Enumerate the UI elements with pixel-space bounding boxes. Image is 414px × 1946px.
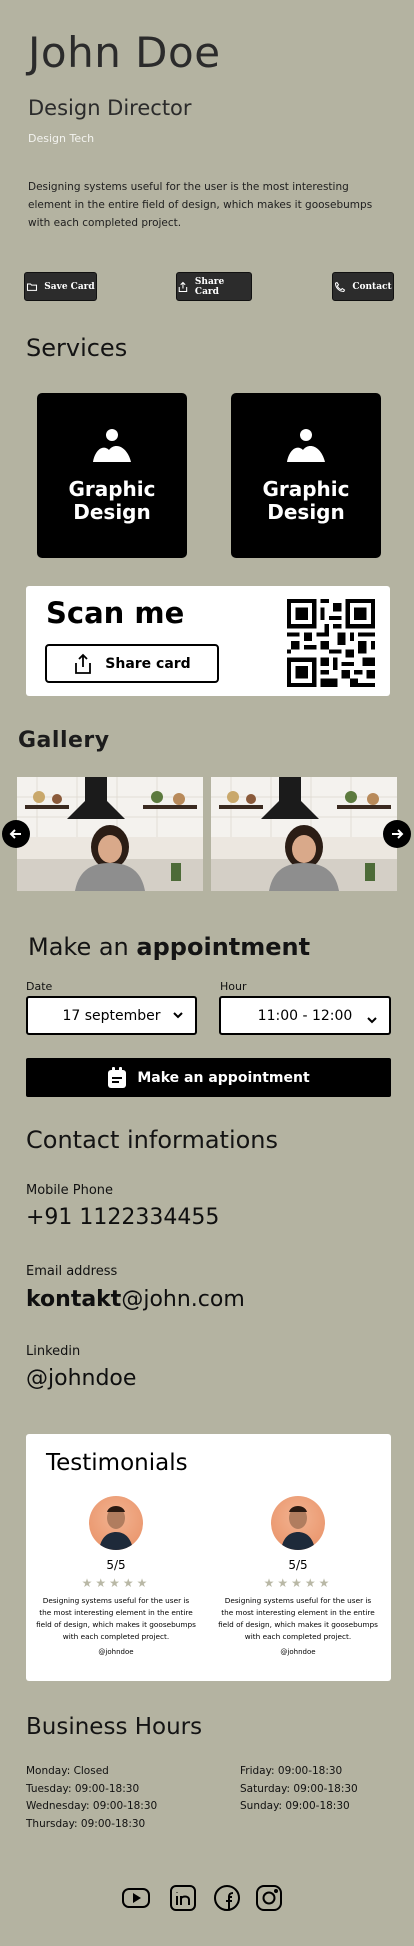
email-user: kontakt [26,1287,122,1312]
testimonial-handle: @johndoe [98,1648,134,1656]
testimonial-text: Designing systems useful for the user is… [218,1596,378,1641]
hours-row: Friday: 09:00-18:30 [240,1765,343,1777]
linkedin-label: Linkedin [26,1344,81,1359]
gallery-prev-button[interactable] [2,820,30,848]
phone-label: Mobile Phone [26,1183,114,1198]
phone-icon [335,281,346,292]
hours-row: Sunday: 09:00-18:30 [240,1800,350,1812]
arrow-right-icon [392,829,404,839]
rating-score: 5/5 [106,1558,126,1572]
chevron-down-icon [173,1012,183,1019]
share-card-button[interactable]: Share Card [176,272,252,301]
appointment-title: Make an appointment [28,933,310,961]
email-domain: @john.com [121,1287,245,1312]
share-card-outline-label: Share card [105,655,191,672]
testimonial: 5/5 ★★★★★ Designing systems useful for t… [218,1496,378,1656]
gallery-image[interactable] [211,777,397,891]
testimonial-text: Designing systems useful for the user is… [36,1596,196,1641]
services-title: Services [26,334,128,362]
star-rating: ★★★★★ [81,1576,151,1590]
share-icon [178,281,188,292]
image-icon [287,428,325,462]
contact-button[interactable]: Contact [332,272,394,301]
gallery-title: Gallery [18,728,110,753]
business-hours-title: Business Hours [26,1714,203,1740]
linkedin-icon[interactable] [168,1883,198,1913]
arrow-left-icon [9,829,21,839]
date-label: Date [26,980,53,993]
testimonials-card: Testimonials 5/5 ★★★★★ Designing systems… [26,1434,391,1681]
hours-right-column: Friday: 09:00-18:30 Saturday: 09:00-18:3… [240,1763,358,1816]
star-rating: ★★★★★ [263,1576,333,1590]
hours-row: Wednesday: 09:00-18:30 [26,1800,158,1812]
profile-title: Design Director [28,96,192,120]
scan-card: Scan me Share card [26,586,390,696]
contact-title: Contact informations [26,1126,279,1154]
email-link[interactable]: kontakt@john.com [26,1287,245,1312]
hour-label: Hour [220,980,247,993]
share-card-outline-button[interactable]: Share card [45,644,219,683]
share-icon [75,653,92,674]
hours-row: Saturday: 09:00-18:30 [240,1782,358,1795]
service-card[interactable]: Graphic Design [37,393,187,558]
facebook-icon[interactable] [212,1883,242,1913]
gallery-image[interactable] [17,777,203,891]
avatar [89,1496,143,1550]
share-card-label: Share Card [194,276,225,297]
hours-row: Monday: Closed [26,1765,109,1777]
hours-left-column: Monday: Closed Tuesday: 09:00-18:30 Wedn… [26,1763,157,1833]
profile-name: John Doe [28,28,221,77]
linkedin-link[interactable]: @johndoe [26,1366,136,1391]
make-appointment-button[interactable]: Make an appointment [26,1058,391,1097]
folder-icon [27,282,38,291]
service-card[interactable]: Graphic Design [231,393,381,558]
profile-company: Design Tech [28,132,95,145]
scan-title: Scan me [46,596,185,630]
profile-bio: Designing systems useful for the user is… [28,181,373,229]
phone-link[interactable]: +91 1122334455 [26,1205,219,1230]
testimonial: 5/5 ★★★★★ Designing systems useful for t… [36,1496,196,1656]
appointment-title-bold: appointment [136,933,311,961]
contact-label: Contact [352,281,392,292]
hour-select[interactable]: 11:00 - 12:00 [219,996,391,1035]
rating-score: 5/5 [288,1558,308,1572]
service-label: Graphic Design [262,476,350,524]
make-appointment-label: Make an appointment [137,1069,310,1086]
instagram-icon[interactable] [254,1883,284,1913]
qr-code [287,599,375,687]
calendar-icon [108,1066,127,1088]
image-icon [93,428,131,462]
chevron-down-icon [367,1017,377,1024]
hour-value: 11:00 - 12:00 [257,1007,353,1024]
hours-row: Tuesday: 09:00-18:30 [26,1782,140,1795]
save-card-label: Save Card [44,281,95,292]
appointment-title-prefix: Make an [28,933,129,961]
email-label: Email address [26,1264,118,1279]
save-card-button[interactable]: Save Card [24,272,97,301]
avatar [271,1496,325,1550]
gallery-next-button[interactable] [383,820,411,848]
date-select[interactable]: 17 september [26,996,197,1035]
testimonial-handle: @johndoe [280,1648,316,1656]
hours-row: Thursday: 09:00-18:30 [26,1817,146,1830]
service-label: Graphic Design [68,476,156,524]
testimonials-title: Testimonials [46,1450,188,1476]
youtube-icon[interactable] [121,1883,151,1913]
date-value: 17 september [62,1007,161,1024]
